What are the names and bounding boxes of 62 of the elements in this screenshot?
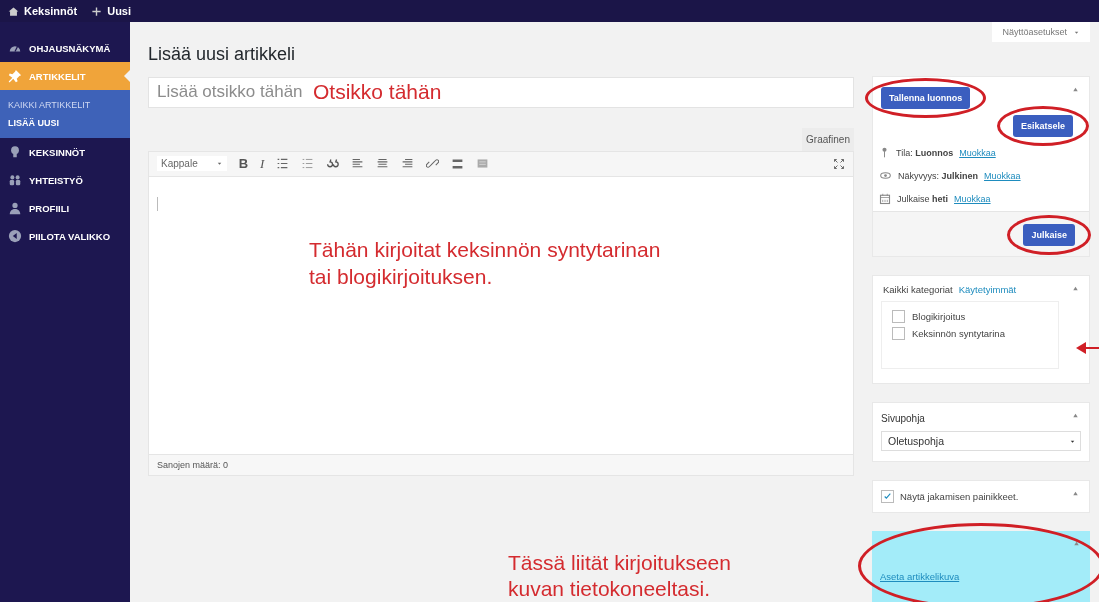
format-dropdown[interactable]: Kappale xyxy=(157,156,227,172)
category-label: Keksinnön syntytarina xyxy=(912,328,1005,339)
collapse-caret-icon xyxy=(1071,411,1080,420)
sidebar-item[interactable]: KEKSINNÖT xyxy=(0,138,130,166)
collapse-icon xyxy=(8,229,22,243)
submenu-item[interactable]: LISÄÄ UUSI xyxy=(0,114,130,132)
link-icon[interactable] xyxy=(426,157,440,171)
fullscreen-icon xyxy=(833,157,845,170)
submenu-item[interactable]: KAIKKI ARTIKKELIT xyxy=(0,96,130,114)
bulleted-list-icon[interactable] xyxy=(276,157,290,171)
sidebar-item[interactable]: PROFIILI xyxy=(0,194,130,222)
sharing-label: Näytä jakamisen painikkeet. xyxy=(900,491,1019,502)
word-count: Sanojen määrä: 0 xyxy=(148,454,854,476)
publish-setting: Julkaise heti xyxy=(897,194,949,204)
checkbox[interactable] xyxy=(881,490,894,503)
eye-icon xyxy=(879,170,892,181)
collapse-caret-icon xyxy=(1071,85,1080,94)
publish-button[interactable]: Julkaise xyxy=(1023,224,1075,246)
panel-title: Sivupohja xyxy=(881,413,925,424)
edit-link[interactable]: Muokkaa xyxy=(959,147,996,158)
person-icon xyxy=(8,201,22,215)
category-tab[interactable]: Käytetyimmät xyxy=(958,284,1017,295)
sidebar-item[interactable]: OHJAUSNÄKYMÄ xyxy=(0,34,130,62)
italic-button[interactable]: I xyxy=(260,155,265,172)
publish-setting: Näkyvyys: Julkinen xyxy=(898,170,979,181)
page-title: Lisää uusi artikkeli xyxy=(148,44,297,65)
category-label: Blogikirjoitus xyxy=(912,311,966,322)
horizontal-rule-icon[interactable] xyxy=(451,157,465,171)
editor-area[interactable]: Tähän kirjoitat keksinnön syntytarinan tai blogikirjoituksen. xyxy=(148,177,854,455)
template-dropdown[interactable]: Oletuspohja xyxy=(881,431,1081,451)
category-tab[interactable]: Kaikki kategoriat xyxy=(883,284,953,295)
home-icon xyxy=(8,5,19,17)
collapse-caret-icon xyxy=(1071,284,1080,293)
checkmark-icon xyxy=(883,492,892,501)
dropdown-caret-icon xyxy=(215,160,223,168)
edit-link[interactable]: Muokkaa xyxy=(984,170,1021,181)
edit-link[interactable]: Muokkaa xyxy=(954,194,991,204)
annotation-text: Tähän kirjoitat keksinnön syntytarinan tai blogikirjoituksen. xyxy=(309,237,661,290)
annotation-text: Otsikko tähän xyxy=(313,79,442,106)
sidebar-item[interactable]: YHTEISTYÖ xyxy=(0,166,130,194)
lightbulb-icon xyxy=(8,145,22,159)
pin-icon xyxy=(8,69,22,83)
collapse-caret-icon xyxy=(1071,489,1080,498)
admin-bar-item[interactable]: Uusi xyxy=(91,5,132,17)
checkbox[interactable] xyxy=(892,327,905,340)
text-cursor xyxy=(157,197,158,212)
bold-button[interactable]: B xyxy=(238,156,249,172)
sidebar-item[interactable]: PIILOTA VALIKKO xyxy=(0,222,130,250)
annotation-arrow xyxy=(1076,342,1099,354)
collapse-caret-icon xyxy=(1072,539,1081,548)
checkbox[interactable] xyxy=(892,310,905,323)
people-icon xyxy=(8,173,22,187)
save-draft-button[interactable]: Tallenna luonnos xyxy=(881,87,971,109)
screen-options-button[interactable]: Näyttöasetukset xyxy=(992,22,1090,42)
visual-tab[interactable]: Graafinen xyxy=(802,127,854,151)
publish-setting: Tila: Luonnos xyxy=(896,147,954,158)
annotation-text: Tässä liität kirjoitukseen kuvan tietokoneeltasi. xyxy=(508,549,732,602)
preview-button[interactable]: Esikatsele xyxy=(1012,115,1073,137)
plus-icon xyxy=(91,5,103,17)
calendar-icon xyxy=(879,193,891,205)
title-field[interactable]: Lisää otsikko tähän xyxy=(157,82,307,103)
admin-bar-item[interactable]: Keksinnöt xyxy=(8,5,78,17)
